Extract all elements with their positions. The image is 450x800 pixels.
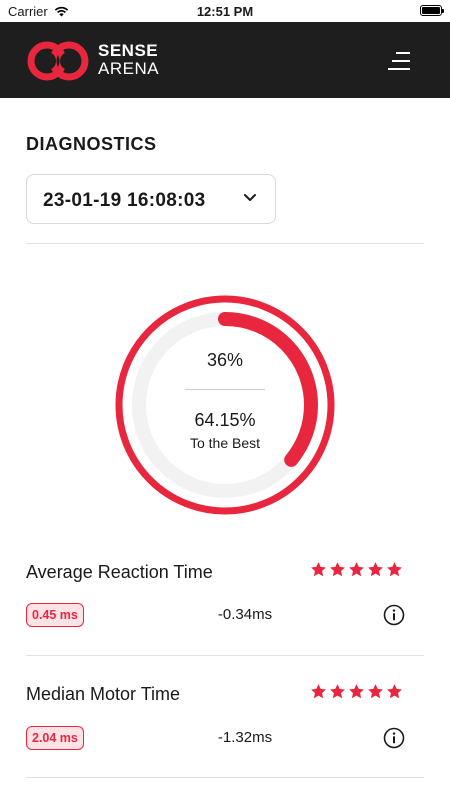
star-icon [387,684,402,699]
metric-name: Average Reaction Time [26,562,213,582]
info-icon[interactable] [383,727,405,749]
star-icon [349,684,364,699]
ring-outer [115,295,335,515]
star-rating [310,561,403,578]
clock: 12:51 PM [196,4,254,19]
app-header: SENSE ARENA [0,22,450,98]
delta-value: -0.34ms [217,606,273,623]
star-icon [387,562,402,577]
session-date-value: 23-01-19 16:08:03 [43,190,206,211]
info-icon[interactable] [383,604,405,626]
divider [26,243,424,244]
value-badge: 0.45 ms [26,603,84,627]
metric-name: Median Motor Time [26,684,181,704]
best-label: To the Best [189,435,261,451]
divider [26,655,424,656]
best-value: 64.15% [194,410,256,430]
menu-icon[interactable] [384,50,410,72]
status-bar: Carrier 12:51 PM [0,0,450,22]
sense-arena-logo-icon [27,41,89,81]
ring-divider [185,389,265,390]
battery-icon [420,5,444,16]
divider [26,777,424,778]
brand-line-sense: SENSE [98,41,159,60]
brand-line-arena: ARENA [98,59,160,78]
star-rating [310,683,403,700]
star-icon [311,562,326,577]
star-icon [311,684,326,699]
page-title: DIAGNOSTICS [26,134,157,154]
star-icon [330,684,345,699]
progress-ring [115,295,335,515]
star-icon [349,562,364,577]
ring-percent-value: 36% [206,350,244,370]
star-icon [368,562,383,577]
session-date-select[interactable]: 23-01-19 16:08:03 [26,174,276,224]
star-icon [368,684,383,699]
chevron-down-icon [244,194,256,201]
delta-value: -1.32ms [217,729,273,746]
brand-name: SENSE ARENA [98,42,159,78]
star-icon [330,562,345,577]
value-badge: 2.04 ms [26,726,84,750]
